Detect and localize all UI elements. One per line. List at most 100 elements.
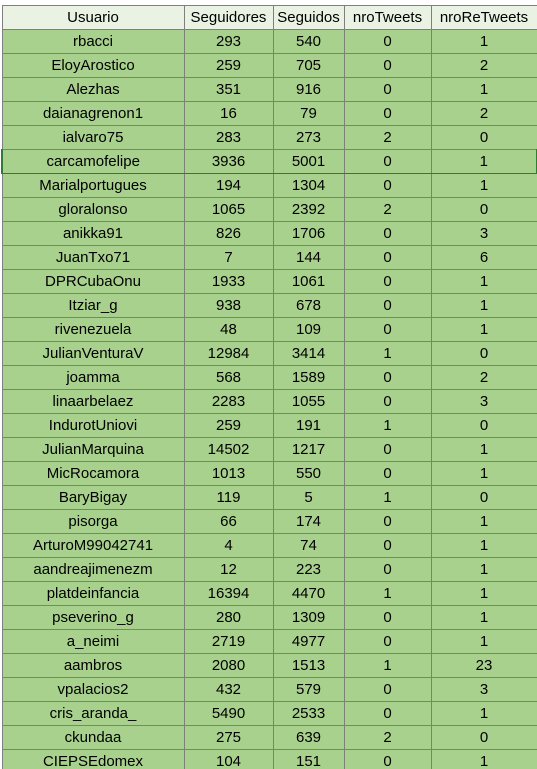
cell-seguidos[interactable]: 5001 — [272, 149, 345, 174]
column-header-nro-tweets[interactable]: nroTweets — [343, 5, 432, 30]
cell-nro-tweets[interactable]: 0 — [343, 509, 432, 534]
cell-nro-tweets[interactable]: 0 — [343, 101, 432, 126]
cell-seguidos[interactable]: 1309 — [272, 605, 345, 630]
cell-usuario[interactable]: ckundaa — [1, 725, 185, 750]
column-header-seguidores[interactable]: Seguidores — [183, 5, 274, 30]
cell-nro-tweets[interactable]: 0 — [343, 533, 432, 558]
cell-seguidos[interactable]: 109 — [272, 317, 345, 342]
cell-seguidos[interactable]: 5 — [272, 485, 345, 510]
cell-nro-retweets[interactable]: 1 — [430, 173, 537, 198]
cell-seguidos[interactable]: 579 — [272, 677, 345, 702]
cell-nro-retweets[interactable]: 1 — [430, 461, 537, 486]
cell-nro-tweets[interactable]: 0 — [343, 629, 432, 654]
cell-usuario[interactable]: ialvaro75 — [1, 125, 185, 150]
table-row[interactable]: EloyArostico 259 705 0 2 — [1, 53, 537, 78]
cell-nro-retweets[interactable]: 0 — [430, 341, 537, 366]
cell-nro-tweets[interactable]: 2 — [343, 197, 432, 222]
cell-nro-tweets[interactable]: 1 — [343, 413, 432, 438]
cell-nro-tweets[interactable]: 0 — [343, 173, 432, 198]
cell-seguidos[interactable]: 916 — [272, 77, 345, 102]
cell-usuario[interactable]: Alezhas — [1, 77, 185, 102]
cell-nro-tweets[interactable]: 0 — [343, 53, 432, 78]
cell-seguidos[interactable]: 1061 — [272, 269, 345, 294]
cell-usuario[interactable]: DPRCubaOnu — [1, 269, 185, 294]
cell-seguidos[interactable]: 1589 — [272, 365, 345, 390]
cell-nro-tweets[interactable]: 0 — [343, 245, 432, 270]
cell-nro-retweets[interactable]: 0 — [430, 485, 537, 510]
cell-usuario[interactable]: Itziar_g — [1, 293, 185, 318]
table-row[interactable]: ArturoM99042741 4 74 0 1 — [1, 533, 537, 558]
cell-nro-retweets[interactable]: 2 — [430, 101, 537, 126]
cell-nro-tweets[interactable]: 1 — [343, 485, 432, 510]
cell-usuario[interactable]: JuanTxo71 — [1, 245, 185, 270]
table-row[interactable]: JuanTxo71 7 144 0 6 — [1, 245, 537, 270]
cell-nro-tweets[interactable]: 2 — [343, 725, 432, 750]
cell-seguidores[interactable]: 12984 — [183, 341, 274, 366]
cell-seguidores[interactable]: 2283 — [183, 389, 274, 414]
cell-seguidores[interactable]: 293 — [183, 29, 274, 54]
cell-usuario[interactable]: aambros — [1, 653, 185, 678]
table-row[interactable]: a_neimi 2719 4977 0 1 — [1, 629, 537, 654]
cell-nro-retweets[interactable]: 2 — [430, 53, 537, 78]
cell-nro-retweets[interactable]: 3 — [430, 221, 537, 246]
table-row[interactable]: joamma 568 1589 0 2 — [1, 365, 537, 390]
cell-seguidores[interactable]: 1933 — [183, 269, 274, 294]
table-row[interactable]: IndurotUniovi 259 191 1 0 — [1, 413, 537, 438]
cell-usuario[interactable]: JulianVenturaV — [1, 341, 185, 366]
cell-nro-retweets[interactable]: 1 — [430, 77, 537, 102]
cell-nro-tweets[interactable]: 0 — [343, 149, 432, 174]
cell-nro-tweets[interactable]: 1 — [343, 653, 432, 678]
cell-usuario[interactable]: anikka91 — [1, 221, 185, 246]
cell-seguidores[interactable]: 275 — [183, 725, 274, 750]
table-row[interactable]: ckundaa 275 639 2 0 — [1, 725, 537, 750]
table-row[interactable]: MicRocamora 1013 550 0 1 — [1, 461, 537, 486]
cell-seguidos[interactable]: 1706 — [272, 221, 345, 246]
cell-seguidos[interactable]: 191 — [272, 413, 345, 438]
cell-usuario[interactable]: pseverino_g — [1, 605, 185, 630]
cell-seguidores[interactable]: 194 — [183, 173, 274, 198]
cell-seguidores[interactable]: 432 — [183, 677, 274, 702]
cell-usuario[interactable]: gloralonso — [1, 197, 185, 222]
cell-nro-retweets[interactable]: 3 — [430, 677, 537, 702]
cell-seguidores[interactable]: 7 — [183, 245, 274, 270]
cell-usuario[interactable]: cris_aranda_ — [1, 701, 185, 726]
table-row[interactable]: rivenezuela 48 109 0 1 — [1, 317, 537, 342]
cell-seguidores[interactable]: 1065 — [183, 197, 274, 222]
cell-seguidos[interactable]: 1217 — [272, 437, 345, 462]
cell-usuario[interactable]: CIEPSEdomex — [1, 749, 185, 769]
cell-seguidos[interactable]: 4977 — [272, 629, 345, 654]
cell-seguidores[interactable]: 12 — [183, 557, 274, 582]
cell-usuario[interactable]: Marialportugues — [1, 173, 185, 198]
cell-usuario[interactable]: a_neimi — [1, 629, 185, 654]
table-row[interactable]: carcamofelipe 3936 5001 0 1 — [1, 149, 537, 174]
cell-usuario[interactable]: pisorga — [1, 509, 185, 534]
cell-seguidos[interactable]: 705 — [272, 53, 345, 78]
table-row[interactable]: vpalacios2 432 579 0 3 — [1, 677, 537, 702]
cell-seguidores[interactable]: 104 — [183, 749, 274, 769]
table-row[interactable]: aambros 2080 1513 1 23 — [1, 653, 537, 678]
cell-nro-tweets[interactable]: 0 — [343, 701, 432, 726]
cell-usuario[interactable]: aandreajimenezm — [1, 557, 185, 582]
cell-nro-retweets[interactable]: 0 — [430, 197, 537, 222]
cell-nro-retweets[interactable]: 2 — [430, 365, 537, 390]
table-row[interactable]: gloralonso 1065 2392 2 0 — [1, 197, 537, 222]
cell-usuario[interactable]: joamma — [1, 365, 185, 390]
cell-nro-tweets[interactable]: 0 — [343, 749, 432, 769]
cell-seguidores[interactable]: 826 — [183, 221, 274, 246]
cell-seguidores[interactable]: 16394 — [183, 581, 274, 606]
cell-nro-tweets[interactable]: 0 — [343, 461, 432, 486]
cell-nro-retweets[interactable]: 1 — [430, 293, 537, 318]
cell-usuario[interactable]: BaryBigay — [1, 485, 185, 510]
cell-seguidores[interactable]: 283 — [183, 125, 274, 150]
cell-usuario[interactable]: rbacci — [1, 29, 185, 54]
cell-seguidores[interactable]: 119 — [183, 485, 274, 510]
cell-nro-retweets[interactable]: 1 — [430, 629, 537, 654]
cell-seguidores[interactable]: 280 — [183, 605, 274, 630]
cell-seguidores[interactable]: 568 — [183, 365, 274, 390]
table-row[interactable]: CIEPSEdomex 104 151 0 1 — [1, 749, 537, 769]
table-row[interactable]: rbacci 293 540 0 1 — [1, 29, 537, 54]
table-row[interactable]: DPRCubaOnu 1933 1061 0 1 — [1, 269, 537, 294]
cell-nro-tweets[interactable]: 0 — [343, 557, 432, 582]
cell-seguidos[interactable]: 540 — [272, 29, 345, 54]
table-row[interactable]: Itziar_g 938 678 0 1 — [1, 293, 537, 318]
